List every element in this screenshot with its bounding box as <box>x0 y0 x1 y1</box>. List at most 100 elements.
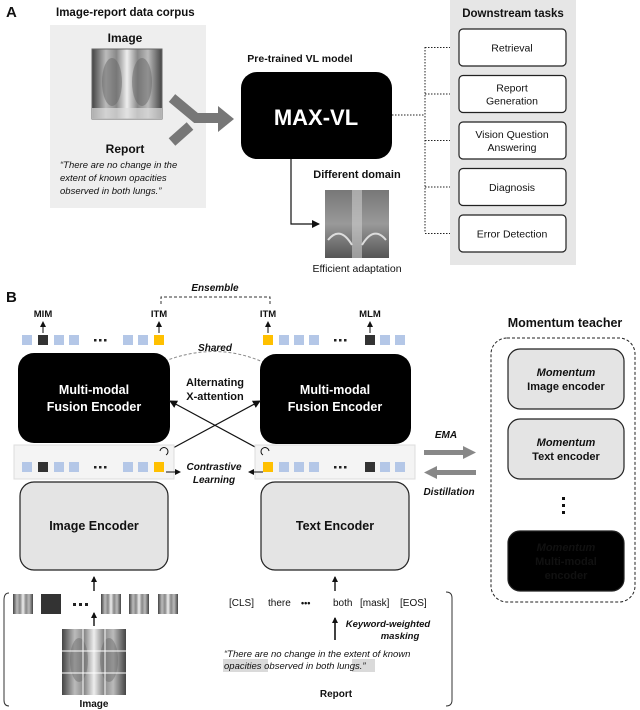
corpus-report-line-2: extent of known opacities <box>60 173 167 184</box>
cls-token <box>154 335 164 345</box>
ellipsis-dot <box>334 339 337 342</box>
mlm-label: MLM <box>359 309 381 320</box>
model-name: MAX-VL <box>274 105 358 130</box>
momentum-image-encoder: Momentum Image encoder <box>507 348 625 410</box>
teacher-block-prefix: Momentum <box>537 542 596 554</box>
downstream-task: Retrieval <box>458 28 567 67</box>
ema-label: EMA <box>435 430 457 441</box>
report-end: .” <box>360 661 367 672</box>
teacher-block-box <box>507 348 625 410</box>
teacher-block-box <box>507 418 625 480</box>
abdominal-xray-image <box>325 190 389 258</box>
image-encoder-label: Image Encoder <box>49 519 139 533</box>
token <box>138 462 148 472</box>
model-title: Pre-trained VL model <box>247 53 352 65</box>
token-there: there <box>268 598 291 609</box>
text-encoder-label: Text Encoder <box>296 519 374 533</box>
cls-token <box>154 462 164 472</box>
image-patch <box>101 594 121 614</box>
teacher-block-label: encoder <box>545 570 589 582</box>
token <box>309 462 319 472</box>
image-patch <box>129 594 149 614</box>
itm-left-label: ITM <box>151 309 167 320</box>
token <box>69 462 79 472</box>
downstream-task: Error Detection <box>458 214 567 253</box>
token-both: both <box>333 598 352 609</box>
token <box>22 462 32 472</box>
grid-chest-xray-image <box>62 629 126 695</box>
distillation-label: Distillation <box>423 487 474 498</box>
masked-token <box>365 335 375 345</box>
momentum-multimodal-encoder: Momentum Multi-modal encoder <box>507 530 625 592</box>
alternating-line-2: X-attention <box>186 391 244 403</box>
token <box>279 462 289 472</box>
ema-arrow <box>424 446 476 459</box>
ellipsis-dot <box>99 466 102 469</box>
token-cls: [CLS] <box>229 598 254 609</box>
masked-token <box>365 462 375 472</box>
ellipsis-dot <box>104 466 107 469</box>
token <box>294 462 304 472</box>
fusion-right-line-2: Fusion Encoder <box>288 400 383 414</box>
masking-line-1: Keyword-weighted <box>346 619 431 630</box>
chest-xray-image <box>91 48 163 120</box>
downstream-task-list: Retrieval ReportGeneration Vision Question… <box>458 28 567 253</box>
ellipsis-dot <box>73 603 76 606</box>
masked-image-patch <box>41 594 61 614</box>
panel-a-label: A <box>6 4 17 21</box>
token <box>138 335 148 345</box>
token <box>309 335 319 345</box>
ensemble-bracket <box>160 296 271 304</box>
task-connectors <box>392 47 426 233</box>
contrastive-line-2: Learning <box>193 475 235 486</box>
ellipsis-dot <box>339 339 342 342</box>
image-caption: Image <box>80 699 109 710</box>
task-label: Error Detection <box>477 229 548 241</box>
fusion-right-line-1: Multi-modal <box>300 383 370 397</box>
teacher-block-prefix: Momentum <box>537 367 596 379</box>
figure: A Image-report data corpus Image Report … <box>3 0 636 710</box>
task-label: Vision Question <box>475 129 549 141</box>
image-patch <box>158 594 178 614</box>
corpus-title: Image-report data corpus <box>56 7 195 19</box>
vertical-ellipsis-icon <box>562 497 565 514</box>
fusion-encoder-left <box>18 353 170 443</box>
report-line-1: “There are no change in the extent of kn… <box>224 649 410 660</box>
contrastive-line-1: Contrastive <box>186 462 241 473</box>
downstream-task: Vision QuestionAnswering <box>458 121 567 160</box>
image-bracket <box>3 592 10 707</box>
fusion-left-line-1: Multi-modal <box>59 383 129 397</box>
task-label: Retrieval <box>491 43 532 55</box>
ensemble-label: Ensemble <box>191 283 239 294</box>
teacher-block-list: Momentum Image encoder Momentum Text encode… <box>507 348 625 592</box>
token <box>54 335 64 345</box>
mim-label: MIM <box>34 309 53 320</box>
image-patch <box>13 594 33 614</box>
task-label: Answering <box>487 142 536 154</box>
domain-title: Different domain <box>313 169 401 181</box>
alternating-line-1: Alternating <box>186 377 244 389</box>
teacher-block-label: Multi-modal <box>535 556 597 568</box>
keyword-opacities: opacities <box>224 661 262 672</box>
cls-token <box>263 462 273 472</box>
report-bracket <box>445 591 453 707</box>
token <box>395 335 405 345</box>
token <box>54 462 64 472</box>
ellipsis-dot <box>339 466 342 469</box>
token <box>279 335 289 345</box>
fusion-encoder-right <box>260 354 411 444</box>
task-label: Report <box>496 83 528 95</box>
token <box>123 462 133 472</box>
teacher-block-prefix: Momentum <box>537 437 596 449</box>
momentum-text-encoder: Momentum Text encoder <box>507 418 625 480</box>
token <box>22 335 32 345</box>
ellipsis-dot <box>85 603 88 606</box>
corpus-report-line-3: observed in both lungs.” <box>60 186 162 197</box>
domain-caption: Efficient adaptation <box>312 263 401 275</box>
teacher-block-label: Image encoder <box>527 381 605 393</box>
masking-line-2: masking <box>381 631 420 642</box>
teacher-title: Momentum teacher <box>508 316 623 330</box>
panel-b-label: B <box>6 289 17 306</box>
corpus-report-label: Report <box>106 142 145 156</box>
token <box>395 462 405 472</box>
